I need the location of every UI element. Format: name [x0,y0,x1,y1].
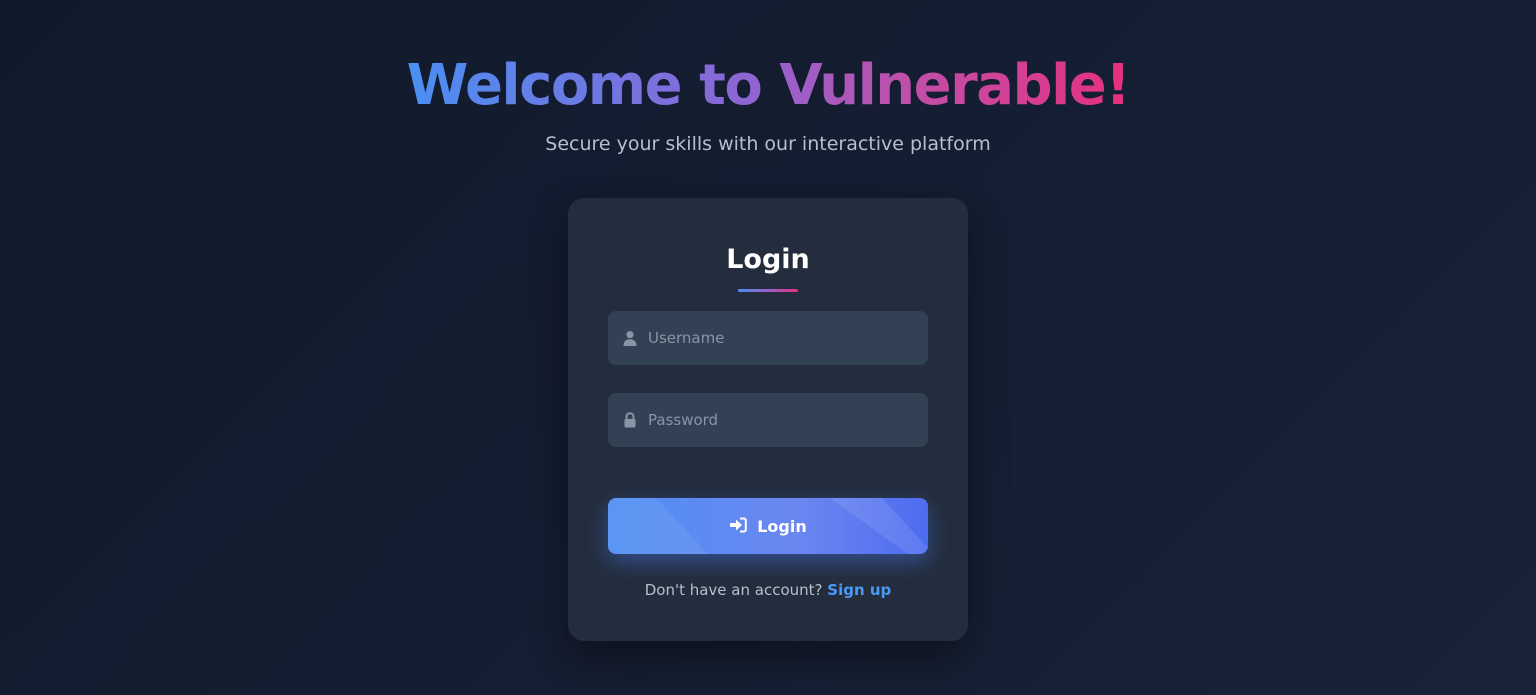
title-underline [738,289,798,292]
login-title: Login [726,244,810,275]
login-button[interactable]: Login [608,498,928,554]
sign-in-icon [729,517,748,536]
password-field[interactable] [608,393,928,447]
welcome-subtitle: Secure your skills with our interactive … [545,133,991,155]
signup-prompt: Don't have an account? Sign up [568,580,968,600]
password-input[interactable] [648,393,916,447]
welcome-title-text: Welcome to Vulnerable! [406,53,1131,118]
username-field[interactable] [608,311,928,365]
login-button-label: Login [757,516,807,536]
welcome-title: Welcome to Vulnerable! [0,52,1536,120]
login-button-content: Login [608,498,928,554]
signup-prompt-text: Don't have an account? [644,581,823,599]
signup-link[interactable]: Sign up [827,581,891,599]
user-icon [622,330,638,346]
username-input[interactable] [648,311,916,365]
login-card: Login Username Login Don't have an accou… [568,198,968,641]
lock-icon [622,412,638,428]
page: Welcome to Vulnerable! Secure your skill… [0,0,1536,695]
